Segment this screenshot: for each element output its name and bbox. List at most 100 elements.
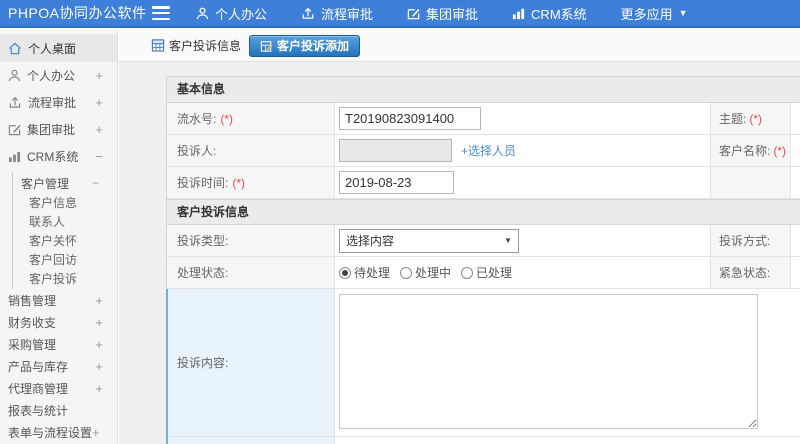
sidebar-item-customer-management[interactable]: 客户管理 − [13, 172, 117, 194]
handle-status-label: 处理状态: [177, 266, 229, 280]
form-row-handle-status: 处理状态: 待处理 处理中 已处理 紧急状态: [167, 257, 800, 289]
expand-icon[interactable]: + [95, 95, 103, 110]
form-row-next-cutoff [167, 437, 800, 444]
sidebar-item-customer-complaint[interactable]: 客户投诉 [13, 270, 117, 289]
expand-icon[interactable]: + [95, 381, 103, 396]
menu-toggle-icon[interactable] [152, 6, 170, 20]
sidebar-item-sales-management[interactable]: 销售管理 + [0, 289, 117, 311]
tab-complaint-add[interactable]: 客户投诉添加 [249, 34, 361, 57]
form-row-serial: 流水号: (*) 主题: (*) [167, 103, 800, 135]
radio-label: 处理中 [415, 266, 452, 280]
section-header-basic: 基本信息 [167, 77, 800, 103]
nav-personal-office[interactable]: 个人办公 [196, 4, 267, 23]
table-icon [151, 39, 165, 52]
sidebar-item-customer-revisit[interactable]: 客户回访 [13, 251, 117, 270]
nav-crm-system[interactable]: CRM系统 [512, 4, 587, 23]
form-row-complaint-content: 投诉内容: [167, 289, 800, 437]
top-navigation: 个人办公 流程审批 集团审批 CRM系统 更多应用 ▼ [196, 4, 688, 23]
expand-icon[interactable]: + [95, 293, 103, 308]
expand-icon[interactable]: + [92, 425, 100, 440]
sidebar-item-personal-office[interactable]: 个人办公 + [0, 62, 117, 89]
edit-icon [8, 125, 21, 136]
bar-chart-icon [512, 8, 525, 19]
tab-complaint-list[interactable]: 客户投诉信息 [151, 37, 241, 54]
sidebar-item-contacts[interactable]: 联系人 [13, 213, 117, 232]
sidebar-item-workflow-approval[interactable]: 流程审批 + [0, 89, 117, 116]
complaint-type-label: 投诉类型: [177, 234, 229, 248]
sidebar-item-finance[interactable]: 财务收支 + [0, 311, 117, 333]
radio-option-processing[interactable]: 处理中 [400, 264, 451, 281]
select-value: 选择内容 [346, 234, 395, 248]
sidebar: 个人桌面 个人办公 + 流程审批 + 集团审批 + CRM系统 − 客户管理 −… [0, 30, 118, 444]
sidebar-item-customer-info[interactable]: 客户信息 [13, 194, 117, 213]
home-icon [8, 42, 22, 54]
sidebar-item-crm-system[interactable]: CRM系统 − [0, 143, 117, 170]
nav-label: 更多应用 [620, 6, 673, 22]
complaint-type-select[interactable]: 选择内容 ▼ [339, 228, 519, 253]
form-row-complainant: 投诉人: +选择人员 客户名称: (*) [167, 135, 800, 167]
nav-more-apps[interactable]: 更多应用 ▼ [621, 4, 688, 23]
expand-icon[interactable]: − [92, 176, 99, 190]
radio-unchecked-icon[interactable] [461, 266, 474, 279]
nav-label: 个人办公 [215, 6, 268, 22]
form-row-complaint-time: 投诉时间: (*) [167, 167, 800, 199]
complaint-method-label: 投诉方式: [719, 234, 771, 248]
expand-icon[interactable]: + [95, 68, 103, 83]
sidebar-item-label: 产品与库存 [8, 359, 69, 374]
sidebar-item-purchase[interactable]: 采购管理 + [0, 333, 117, 355]
sidebar-item-product-inventory[interactable]: 产品与库存 + [0, 355, 117, 377]
tab-bar: 客户投诉信息 客户投诉添加 [119, 30, 800, 62]
app-logo: PHPOA协同办公软件 [8, 5, 147, 21]
complaint-time-input[interactable] [339, 171, 454, 194]
sidebar-item-label: 财务收支 [8, 315, 57, 330]
radio-option-done[interactable]: 已处理 [461, 264, 512, 281]
radio-label: 已处理 [476, 266, 513, 280]
nav-workflow-approval[interactable]: 流程审批 [301, 4, 373, 23]
sidebar-item-form-workflow-settings[interactable]: 表单与流程设置 + [0, 421, 117, 443]
complainant-label: 投诉人: [177, 144, 217, 158]
expand-icon[interactable]: + [95, 122, 103, 137]
tab-label: 客户投诉信息 [169, 39, 242, 53]
user-icon [8, 69, 21, 82]
expand-icon[interactable]: + [95, 359, 103, 374]
sidebar-item-agent-management[interactable]: 代理商管理 + [0, 377, 117, 399]
complaint-content-label: 投诉内容: [177, 356, 229, 370]
radio-checked-icon[interactable] [339, 266, 351, 279]
nav-group-approval[interactable]: 集团审批 [407, 4, 478, 23]
sidebar-item-label: CRM系统 [27, 150, 79, 164]
required-mark: (*) [773, 143, 787, 158]
sidebar-item-label: 代理商管理 [8, 381, 69, 396]
expand-icon[interactable]: + [95, 315, 103, 330]
required-mark: (*) [220, 111, 234, 126]
crm-submenu: 客户管理 − 客户信息 联系人 客户关怀 客户回访 客户投诉 [12, 172, 117, 289]
subject-label: 主题: [719, 112, 747, 126]
radio-label: 待处理 [354, 266, 391, 280]
sidebar-item-desktop[interactable]: 个人桌面 [0, 34, 117, 62]
caret-down-icon: ▼ [504, 236, 512, 245]
complainant-input[interactable] [339, 139, 452, 162]
radio-unchecked-icon[interactable] [400, 266, 413, 279]
tab-label: 客户投诉添加 [277, 39, 350, 53]
serial-input[interactable] [339, 107, 481, 130]
complaint-content-textarea[interactable] [339, 294, 758, 429]
sidebar-item-customer-care[interactable]: 客户关怀 [13, 232, 117, 251]
sidebar-item-group-approval[interactable]: 集团审批 + [0, 116, 117, 143]
sidebar-item-label: 表单与流程设置 [8, 425, 93, 440]
top-navbar: PHPOA协同办公软件 个人办公 流程审批 集团审批 CRM系统 更多应用 ▼ [0, 0, 800, 28]
form-area: 基本信息 流水号: (*) 主题: (*) 投诉人: [119, 62, 800, 444]
sidebar-item-label: 个人办公 [27, 69, 76, 83]
user-icon [196, 7, 209, 19]
share-up-icon [9, 96, 21, 108]
customer-name-label: 客户名称: [719, 144, 771, 158]
share-up-icon [302, 7, 314, 19]
sidebar-item-reports-statistics[interactable]: 报表与统计 [0, 399, 117, 421]
radio-option-pending[interactable]: 待处理 [339, 264, 390, 281]
bar-chart-icon [8, 151, 21, 163]
select-person-link[interactable]: +选择人员 [461, 142, 516, 159]
form-row-complaint-type: 投诉类型: 选择内容 ▼ 投诉方式: [167, 225, 800, 257]
sidebar-item-label: 客户管理 [21, 176, 70, 191]
expand-icon[interactable]: − [95, 149, 103, 164]
section-header-complaint: 客户投诉信息 [167, 199, 800, 225]
expand-icon[interactable]: + [95, 337, 103, 352]
sidebar-item-label: 流程审批 [28, 96, 77, 110]
